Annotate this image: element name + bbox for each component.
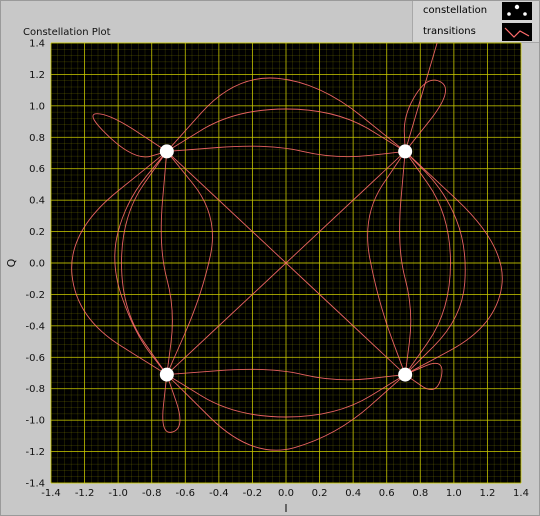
constellation-point	[159, 367, 174, 382]
y-tick-label: 0.4	[29, 196, 45, 207]
y-tick-label: 1.2	[29, 70, 45, 81]
x-tick-label: 0.0	[278, 488, 294, 499]
x-tick-label: -1.2	[75, 488, 95, 499]
y-tick-label: 0.0	[29, 259, 45, 270]
x-tick-label: 0.2	[312, 488, 328, 499]
x-tick-label: -0.8	[142, 488, 162, 499]
constellation-point	[398, 367, 413, 382]
y-tick-label: 1.0	[29, 101, 45, 112]
chart-window: Constellation Plot constellation transit…	[0, 0, 540, 516]
y-tick-label: -0.4	[25, 321, 45, 332]
y-tick-label: 0.2	[29, 227, 45, 238]
x-tick-label: 0.6	[379, 488, 395, 499]
x-axis-label: I	[284, 502, 287, 515]
x-tick-label: -0.4	[209, 488, 229, 499]
x-tick-label: 1.2	[479, 488, 495, 499]
y-tick-label: 0.8	[29, 133, 45, 144]
x-tick-label: 0.8	[412, 488, 428, 499]
y-tick-label: -0.2	[25, 290, 45, 301]
x-tick-label: 0.4	[345, 488, 361, 499]
constellation-point	[398, 144, 413, 159]
y-tick-label: 0.6	[29, 164, 45, 175]
x-tick-label: 1.4	[513, 488, 529, 499]
y-tick-label: -0.6	[25, 353, 45, 364]
x-tick-label: 1.0	[446, 488, 462, 499]
constellation-plot: -1.4 -1.2 -1.0 -0.8 -0.6 -0.4 -0.2 0.0 0.2 0.4 0.6…	[5, 39, 529, 516]
y-axis-label: Q	[5, 258, 18, 267]
y-tick-label: 1.4	[29, 39, 45, 50]
x-tick-label: -0.2	[243, 488, 263, 499]
constellation-point	[159, 144, 174, 159]
y-tick-label: -1.2	[25, 447, 45, 458]
y-tick-label: -0.8	[25, 384, 45, 395]
x-tick-label: -1.4	[41, 488, 61, 499]
y-tick-label: -1.4	[25, 479, 45, 490]
y-tick-label: -1.0	[25, 416, 45, 427]
x-tick-label: -1.0	[108, 488, 128, 499]
x-tick-label: -0.6	[176, 488, 196, 499]
